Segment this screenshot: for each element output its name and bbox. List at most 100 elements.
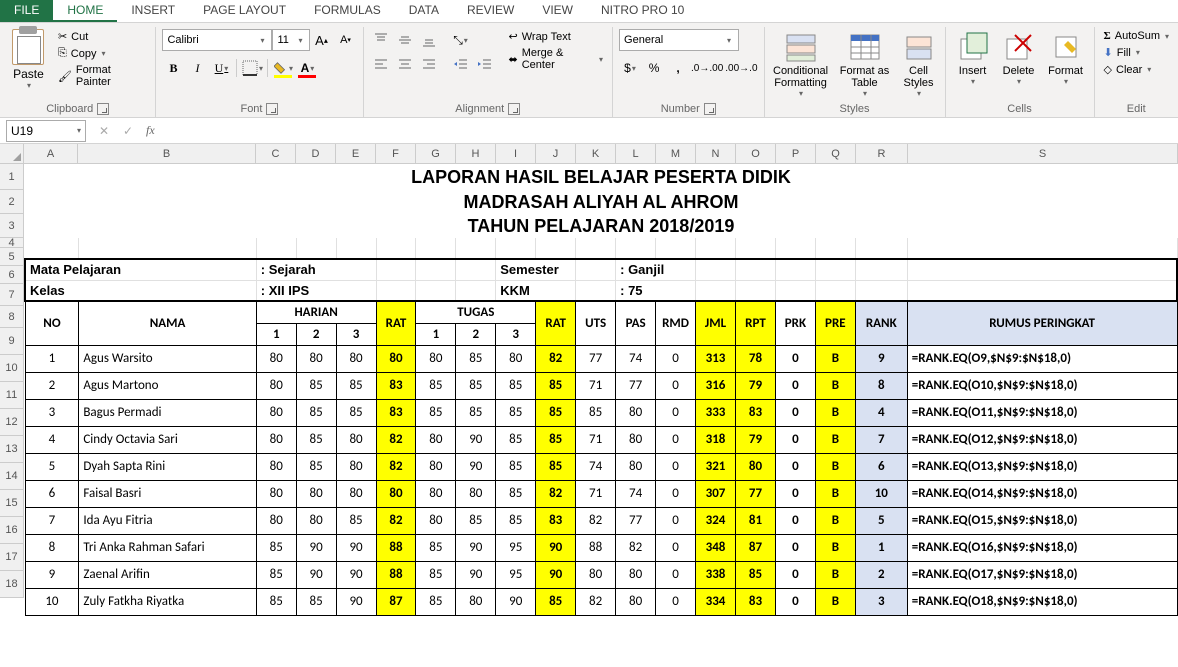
cell[interactable]: =RANK.EQ(O15,$N$9:$N$18,0) [907,507,1177,534]
cell[interactable]: 80 [616,426,656,453]
cell[interactable]: 90 [536,534,576,561]
cell[interactable] [456,259,496,280]
cell[interactable] [696,238,736,259]
cell[interactable]: 313 [696,345,736,372]
cell[interactable]: 79 [735,372,775,399]
cell[interactable]: 0 [656,480,696,507]
cell[interactable]: 80 [296,480,336,507]
cell[interactable]: 82 [576,588,616,615]
cell[interactable]: 316 [696,372,736,399]
cell[interactable]: =RANK.EQ(O12,$N$9:$N$18,0) [907,426,1177,453]
dialog-launcher[interactable] [704,103,716,115]
cell[interactable]: 0 [656,399,696,426]
cell[interactable]: 1 [416,323,456,345]
cell[interactable]: Faisal Basri [79,480,256,507]
cell[interactable]: 90 [536,561,576,588]
insert-cells-button[interactable]: Insert▾ [952,29,994,88]
dialog-launcher[interactable] [508,103,520,115]
cell[interactable]: 90 [496,588,536,615]
merge-center-button[interactable]: ⬌Merge & Center▾ [506,46,607,72]
cell[interactable] [855,238,907,259]
cell[interactable]: B [815,399,855,426]
cell[interactable]: 334 [696,588,736,615]
cell[interactable]: 0 [656,534,696,561]
cell[interactable]: 318 [696,426,736,453]
cell[interactable]: 0 [775,345,815,372]
cell[interactable]: 0 [656,453,696,480]
cell[interactable]: 0 [775,507,815,534]
cell[interactable]: 90 [456,534,496,561]
cell[interactable] [616,238,656,259]
cell[interactable]: 85 [256,534,296,561]
cell[interactable]: 0 [656,588,696,615]
cell[interactable]: 0 [656,426,696,453]
align-top-button[interactable] [370,29,392,51]
cell[interactable] [336,238,376,259]
cell[interactable]: : Sejarah [256,259,376,280]
cell[interactable]: 85 [296,453,336,480]
cell[interactable]: 95 [496,534,536,561]
cell[interactable]: 85 [336,399,376,426]
cell[interactable]: 77 [616,372,656,399]
cell[interactable] [907,238,1177,259]
cell[interactable]: 85 [536,426,576,453]
conditional-formatting-button[interactable]: Conditional Formatting▾ [771,29,831,100]
percent-format-button[interactable]: % [643,57,665,79]
cell[interactable]: 80 [576,561,616,588]
column-header[interactable]: K [576,144,616,164]
cell[interactable]: 3 [855,588,907,615]
cell[interactable]: Zuly Fatkha Riyatka [79,588,256,615]
cell[interactable] [735,259,775,280]
cell[interactable]: 4 [855,399,907,426]
cell[interactable]: 85 [416,399,456,426]
cell[interactable]: 80 [336,480,376,507]
cell[interactable]: B [815,561,855,588]
cell[interactable]: 0 [656,345,696,372]
cell[interactable]: 9 [855,345,907,372]
tab-insert[interactable]: INSERT [117,0,189,22]
cell[interactable] [907,259,1177,280]
cell[interactable] [256,238,296,259]
cell[interactable]: 80 [616,399,656,426]
cell[interactable]: 2 [25,372,79,399]
decrease-decimal-button[interactable]: .00→.0 [725,57,757,79]
cell[interactable]: 85 [416,372,456,399]
select-all-corner[interactable] [0,144,24,164]
tab-page-layout[interactable]: PAGE LAYOUT [189,0,300,22]
cell[interactable]: 7 [855,426,907,453]
cell[interactable]: 5 [25,453,79,480]
cell[interactable]: Zaenal Arifin [79,561,256,588]
cell[interactable]: B [815,426,855,453]
cell[interactable]: 80 [496,345,536,372]
cell[interactable]: =RANK.EQ(O14,$N$9:$N$18,0) [907,480,1177,507]
cell[interactable] [656,238,696,259]
row-header[interactable]: 18 [0,571,24,598]
cell[interactable]: 80 [456,480,496,507]
cell[interactable]: 80 [256,426,296,453]
accounting-format-button[interactable]: $▾ [619,57,641,79]
cell[interactable]: 80 [616,561,656,588]
chevron-down-icon[interactable]: ▾ [298,36,302,45]
column-header[interactable]: G [416,144,456,164]
column-header[interactable]: M [656,144,696,164]
cell[interactable]: PRK [775,301,815,345]
row-header[interactable]: 8 [0,306,24,328]
cell[interactable]: 2 [296,323,336,345]
cell[interactable]: 9 [25,561,79,588]
cell[interactable] [296,238,336,259]
wrap-text-button[interactable]: ↩Wrap Text [506,29,607,44]
cell[interactable] [907,280,1177,301]
cell[interactable]: 85 [456,399,496,426]
cell[interactable]: 82 [376,507,416,534]
cell[interactable]: B [815,453,855,480]
cell[interactable]: =RANK.EQ(O16,$N$9:$N$18,0) [907,534,1177,561]
font-name-select[interactable] [162,29,272,51]
cancel-formula-button[interactable]: ✕ [92,124,116,138]
tab-view[interactable]: VIEW [528,0,587,22]
cell[interactable]: B [815,588,855,615]
cell[interactable]: 71 [576,480,616,507]
row-header[interactable]: 11 [0,382,24,409]
cell[interactable]: 80 [456,588,496,615]
column-header[interactable]: Q [816,144,856,164]
cell[interactable]: 80 [256,372,296,399]
